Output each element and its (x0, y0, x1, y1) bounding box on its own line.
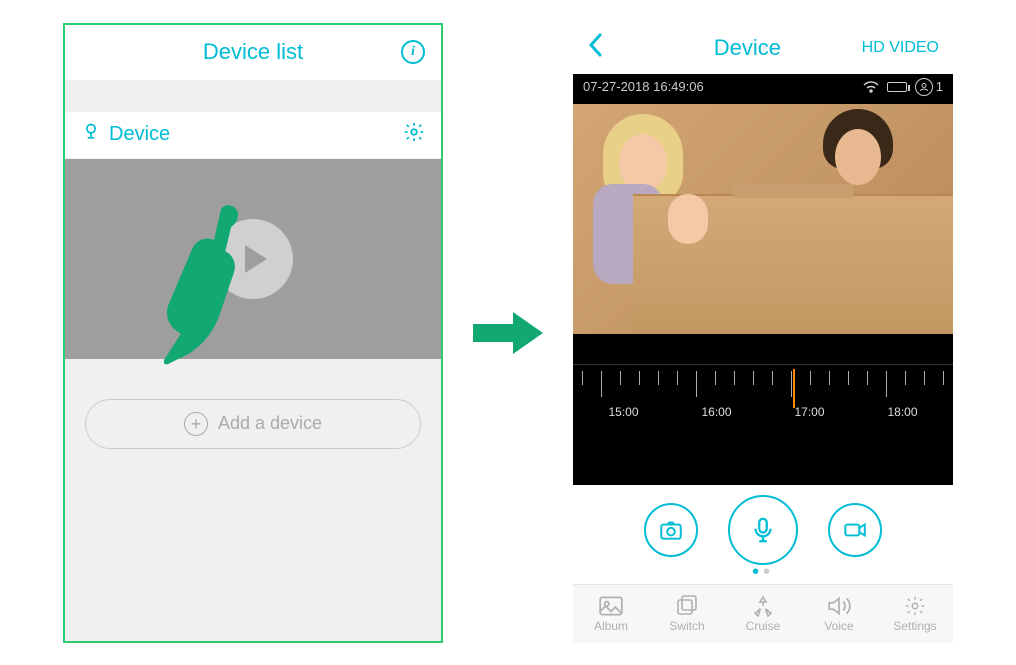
device-label: Device (109, 123, 403, 146)
camera-icon (81, 122, 101, 147)
header: Device list i (65, 25, 441, 81)
info-icon[interactable]: i (401, 40, 425, 64)
tabbar: Album Switch Cruise Voice (573, 584, 953, 643)
live-view-screen: Device HD VIDEO 07-27-2018 16:49:06 (573, 23, 953, 643)
tab-cruise[interactable]: Cruise (725, 585, 801, 643)
live-feed[interactable] (573, 104, 953, 334)
page-indicator: •• (573, 561, 953, 584)
timestamp: 07-27-2018 16:49:06 (583, 79, 863, 94)
plus-icon: + (184, 412, 208, 436)
page-title: Device list (203, 39, 303, 65)
header: Device HD VIDEO (573, 23, 953, 74)
page-title: Device (633, 35, 862, 61)
timeline-ticks (573, 365, 953, 405)
tab-album[interactable]: Album (573, 585, 649, 643)
video-status-bar: 07-27-2018 16:49:06 1 (573, 74, 953, 100)
timeline-cursor[interactable] (793, 369, 795, 408)
add-device-area: + Add a device (65, 359, 441, 641)
video-area: 15:00 16:00 17:00 18:00 (573, 100, 953, 485)
video-quality-button[interactable]: HD VIDEO (862, 39, 939, 57)
device-row[interactable]: Device (65, 111, 441, 159)
wifi-icon (863, 81, 879, 93)
user-count: 1 (915, 78, 943, 96)
add-device-button[interactable]: + Add a device (85, 399, 421, 449)
timeline-scrubber[interactable]: 15:00 16:00 17:00 18:00 (573, 364, 953, 434)
tab-switch[interactable]: Switch (649, 585, 725, 643)
snapshot-button[interactable] (644, 503, 698, 557)
timeline-labels: 15:00 16:00 17:00 18:00 (573, 405, 953, 425)
record-button[interactable] (828, 503, 882, 557)
tab-settings[interactable]: Settings (877, 585, 953, 643)
spacer (65, 81, 441, 111)
transition-arrow-icon (473, 308, 543, 358)
device-list-screen: Device list i Device (63, 23, 443, 643)
tab-voice[interactable]: Voice (801, 585, 877, 643)
mic-button[interactable] (728, 495, 798, 565)
back-button[interactable] (587, 32, 603, 65)
gear-icon[interactable] (403, 121, 425, 148)
add-device-label: Add a device (218, 413, 322, 434)
battery-icon (887, 82, 907, 92)
